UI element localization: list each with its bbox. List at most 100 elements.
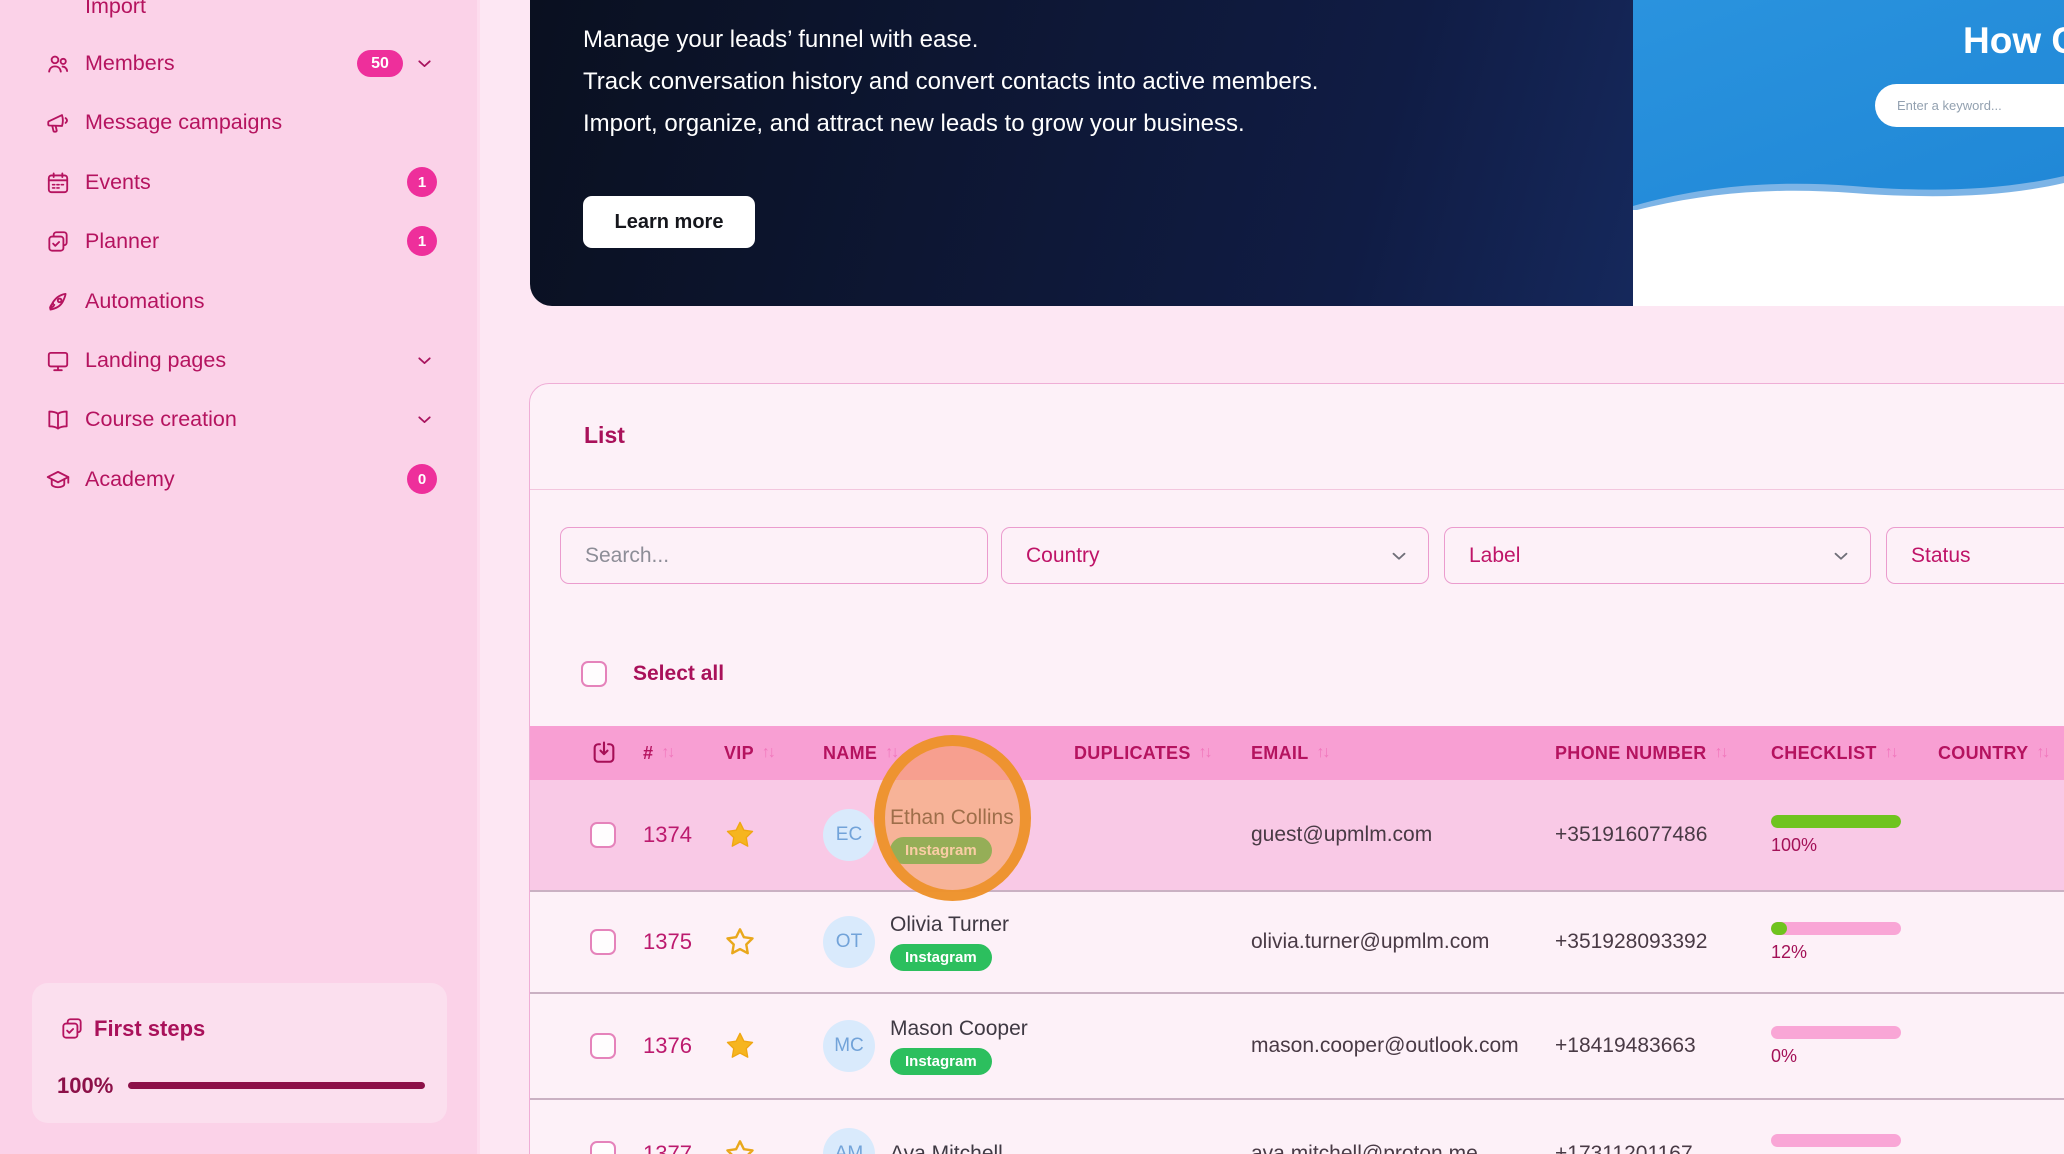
row-checkbox[interactable] — [590, 1141, 616, 1154]
column-header-phone[interactable]: PHONE NUMBER↑↓ — [1555, 743, 1771, 764]
first-steps-progress-bar — [128, 1082, 425, 1089]
sidebar-item-planner[interactable]: Planner 1 — [0, 219, 471, 263]
table-row[interactable]: 1376 MC Mason Cooper Instagram mason.coo… — [530, 992, 2064, 1098]
sidebar: Import Members 50 Message campaigns Even… — [0, 0, 480, 1154]
sort-icon: ↑↓ — [2036, 744, 2048, 762]
chevron-down-icon[interactable] — [414, 409, 435, 430]
sort-icon: ↑↓ — [762, 744, 774, 762]
checklist-progress-bar — [1771, 1026, 1901, 1039]
search-input[interactable] — [561, 544, 987, 568]
row-checkbox[interactable] — [590, 822, 616, 848]
checklist-percent: 100% — [1771, 835, 1817, 856]
email-cell: guest@upmlm.com — [1251, 823, 1555, 847]
calendar-icon — [45, 170, 71, 196]
column-header-vip[interactable]: VIP↑↓ — [724, 743, 823, 764]
sort-icon: ↑↓ — [661, 744, 673, 762]
name-cell: MC Mason Cooper Instagram — [823, 1017, 1074, 1075]
phone-cell: +351916077486 — [1555, 823, 1771, 847]
sort-icon: ↑↓ — [1885, 744, 1897, 762]
first-steps-label: First steps — [94, 1016, 205, 1042]
sidebar-item-message-campaigns[interactable]: Message campaigns — [0, 100, 471, 144]
banner-line: Manage your leads’ funnel with ease. — [583, 19, 1318, 61]
column-header-country[interactable]: COUNTRY↑↓ — [1938, 743, 2064, 764]
monitor-icon — [45, 348, 71, 374]
events-count-badge: 1 — [407, 167, 437, 197]
checklist-cell: 0% — [1771, 1134, 1938, 1154]
label-dropdown[interactable]: Label — [1444, 527, 1871, 584]
star-outline-icon[interactable] — [724, 926, 756, 958]
sidebar-item-label: Automations — [85, 279, 205, 323]
column-header-checklist[interactable]: CHECKLIST↑↓ — [1771, 743, 1938, 764]
table-row[interactable]: 1375 OT Olivia Turner Instagram olivia.t… — [530, 890, 2064, 992]
sidebar-item-course-creation[interactable]: Course creation — [0, 397, 471, 441]
promo-heading: How C — [1963, 20, 2064, 62]
export-download-icon[interactable] — [590, 739, 618, 767]
chevron-down-icon — [1388, 545, 1410, 567]
promo-white-area — [1633, 210, 2064, 306]
checklist-cell: 100% — [1771, 815, 1938, 856]
row-id: 1375 — [643, 929, 724, 955]
graduation-cap-icon — [45, 467, 71, 493]
row-checkbox[interactable] — [590, 929, 616, 955]
phone-cell: +351928093392 — [1555, 930, 1771, 954]
sidebar-item-academy[interactable]: Academy 0 — [0, 457, 471, 501]
first-steps-card[interactable]: First steps 100% — [32, 983, 447, 1123]
star-filled-icon[interactable] — [724, 1030, 756, 1062]
chevron-down-icon[interactable] — [414, 53, 435, 74]
members-count-badge: 50 — [357, 50, 403, 77]
list-title: List — [584, 422, 625, 449]
sidebar-item-import[interactable]: Import — [0, 0, 471, 28]
label-dropdown-value: Label — [1445, 544, 1830, 568]
table-header: #↑↓ VIP↑↓ NAME↑↓ DUPLICATES↑↓ EMAIL↑↓ PH… — [530, 726, 2064, 780]
first-steps-percent: 100% — [57, 1073, 113, 1099]
row-checkbox[interactable] — [590, 1033, 616, 1059]
sidebar-item-label: Message campaigns — [85, 100, 282, 144]
star-outline-icon[interactable] — [724, 1138, 756, 1154]
members-icon — [45, 51, 71, 77]
column-header-id[interactable]: #↑↓ — [643, 743, 724, 764]
country-dropdown[interactable]: Country — [1001, 527, 1429, 584]
clipboard-check-icon — [45, 229, 71, 255]
banner-line: Import, organize, and attract new leads … — [583, 103, 1318, 145]
column-header-email[interactable]: EMAIL↑↓ — [1251, 743, 1555, 764]
member-name-link[interactable]: Mason Cooper — [890, 1017, 1028, 1041]
sidebar-item-label: Landing pages — [85, 338, 226, 382]
avatar: OT — [823, 916, 875, 968]
book-icon — [45, 407, 71, 433]
avatar: AM — [823, 1128, 875, 1154]
star-filled-icon[interactable] — [724, 819, 756, 851]
search-filter — [560, 527, 988, 584]
chevron-down-icon[interactable] — [414, 350, 435, 371]
select-all-checkbox[interactable] — [581, 661, 607, 687]
planner-count-badge: 1 — [407, 226, 437, 256]
megaphone-icon — [45, 110, 71, 136]
sidebar-item-label: Import — [85, 0, 146, 28]
sidebar-item-automations[interactable]: Automations — [0, 279, 471, 323]
member-name-link[interactable]: Olivia Turner — [890, 913, 1009, 937]
wave-decoration — [1633, 166, 2064, 212]
members-list-page: Import Members 50 Message campaigns Even… — [0, 0, 2064, 1154]
checklist-cell: 12% — [1771, 922, 1938, 963]
table-row[interactable]: 1374 EC Ethan Collins Instagram guest@up… — [530, 780, 2064, 890]
banner-text: Manage your leads’ funnel with ease. Tra… — [583, 19, 1318, 145]
members-list-card: List Country Label Status Select all #↑↓… — [529, 383, 2064, 1154]
column-header-duplicates[interactable]: DUPLICATES↑↓ — [1074, 743, 1251, 764]
sort-icon: ↑↓ — [1715, 744, 1727, 762]
email-cell: mason.cooper@outlook.com — [1251, 1034, 1555, 1058]
name-cell: OT Olivia Turner Instagram — [823, 913, 1074, 971]
sort-icon: ↑↓ — [1199, 744, 1211, 762]
status-dropdown[interactable]: Status — [1886, 527, 2064, 584]
chevron-down-icon — [1830, 545, 1852, 567]
phone-cell: +17311201167 — [1555, 1142, 1771, 1154]
leads-promo-banner: Manage your leads’ funnel with ease. Tra… — [530, 0, 2064, 306]
promo-keyword-input[interactable] — [1875, 84, 2064, 127]
member-name-link[interactable]: Ava Mitchell — [890, 1142, 1003, 1154]
select-all: Select all — [581, 661, 724, 687]
banner-illustration: How C — [1633, 0, 2064, 306]
table-row[interactable]: 1377 AM Ava Mitchell ava.mitchell@proton… — [530, 1098, 2064, 1154]
learn-more-button[interactable]: Learn more — [583, 196, 755, 248]
sidebar-item-landing-pages[interactable]: Landing pages — [0, 338, 471, 382]
status-dropdown-value: Status — [1887, 544, 2064, 568]
sidebar-item-events[interactable]: Events 1 — [0, 160, 471, 204]
sidebar-item-members[interactable]: Members 50 — [0, 41, 471, 85]
